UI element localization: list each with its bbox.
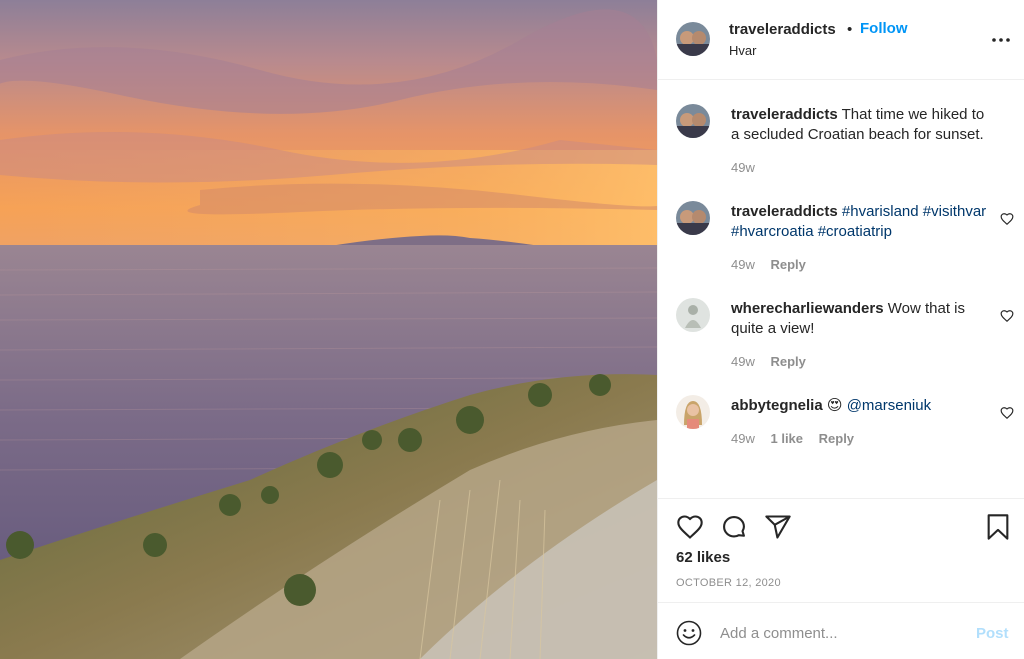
emoji-icon[interactable] [676, 620, 702, 646]
more-icon[interactable] [991, 30, 1011, 50]
like-comment-heart-icon[interactable] [1000, 406, 1014, 420]
comment-username[interactable]: wherecharliewanders [731, 300, 884, 317]
location-link[interactable]: Hvar [729, 43, 756, 58]
comment-time[interactable]: 49w [731, 160, 755, 175]
sunset-coast-image [0, 0, 657, 659]
avatar[interactable] [676, 395, 710, 429]
separator-dot: • [847, 21, 853, 38]
avatar[interactable] [676, 22, 710, 56]
hashtag-link[interactable]: #hvarcroatia [731, 223, 814, 240]
like-comment-heart-icon[interactable] [1000, 309, 1014, 323]
like-comment-heart-icon[interactable] [1000, 212, 1014, 226]
comment-meta: 49w Reply [731, 354, 818, 369]
hashtag-link[interactable]: #hvarisland [842, 203, 919, 220]
comment-likes[interactable]: 1 like [770, 431, 803, 446]
heart-icon[interactable] [676, 513, 704, 541]
avatar[interactable] [676, 201, 710, 235]
reply-button[interactable]: Reply [770, 257, 805, 272]
follow-button[interactable]: Follow [860, 20, 908, 37]
comment-input[interactable] [720, 621, 960, 645]
comment-meta: 49w 1 like Reply [731, 431, 866, 446]
comment-text: traveleraddicts #hvarisland #visithvar #… [731, 202, 996, 242]
likes-count[interactable]: 62 likes [676, 549, 730, 566]
avatar[interactable] [676, 104, 710, 138]
post-header: traveleraddicts • Follow Hvar [658, 0, 1024, 80]
reply-button[interactable]: Reply [819, 431, 854, 446]
comment-composer: Post [658, 602, 1024, 659]
hashtag-link[interactable]: #visithvar [923, 203, 986, 220]
mention-link[interactable]: @marseniuk [847, 397, 931, 414]
share-icon[interactable] [764, 513, 792, 541]
comment-text: abbytegnelia 😍 @marseniuk [731, 396, 996, 416]
comment-meta: 49w Reply [731, 257, 818, 272]
avatar[interactable] [676, 298, 710, 332]
header-username[interactable]: traveleraddicts [729, 21, 836, 38]
post-date[interactable]: OCTOBER 12, 2020 [676, 577, 781, 589]
post-button[interactable]: Post [976, 625, 1009, 642]
comment-meta: 49w [731, 160, 767, 175]
action-bar: 62 likes OCTOBER 12, 2020 [658, 498, 1024, 602]
comment-username[interactable]: traveleraddicts [731, 106, 838, 123]
comment-text: wherecharliewanders Wow that is quite a … [731, 299, 996, 339]
reply-button[interactable]: Reply [770, 354, 805, 369]
comment-username[interactable]: traveleraddicts [731, 203, 838, 220]
comment-icon[interactable] [720, 513, 748, 541]
comment-emoji: 😍 [826, 397, 843, 414]
post-panel: traveleraddicts • Follow Hvar travelerad… [657, 0, 1024, 659]
comment-time[interactable]: 49w [731, 354, 755, 369]
bookmark-icon[interactable] [984, 513, 1012, 541]
hashtag-link[interactable]: #croatiatrip [818, 223, 892, 240]
comment-time[interactable]: 49w [731, 257, 755, 272]
comment-time[interactable]: 49w [731, 431, 755, 446]
comment-text: traveleraddicts That time we hiked to a … [731, 105, 996, 145]
comment-username[interactable]: abbytegnelia [731, 397, 823, 414]
post-photo[interactable] [0, 0, 657, 659]
